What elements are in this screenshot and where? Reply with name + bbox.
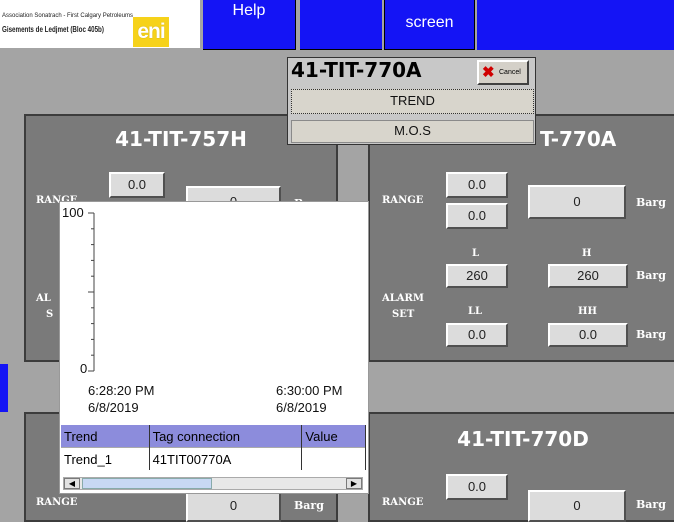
unit-label: Barg — [636, 269, 666, 282]
unit-label: Barg — [294, 499, 324, 512]
scrollbar-thumb[interactable] — [82, 478, 212, 489]
eni-logo: eni — [133, 17, 169, 47]
alarm-label: AL — [36, 293, 51, 304]
menu-item-trend[interactable]: TREND — [291, 89, 534, 114]
y-axis-max-label: 100 — [62, 205, 84, 220]
scroll-left-icon[interactable]: ◀ — [64, 478, 80, 489]
low-alarm-label: L — [472, 248, 480, 259]
low-low-alarm-field[interactable]: 0.0 — [446, 323, 508, 347]
range-label: RANGE — [382, 195, 424, 206]
table-cell-trend: Trend_1 — [61, 447, 150, 470]
set-label: S — [46, 309, 54, 320]
eni-logo-text: eni — [137, 20, 165, 43]
company-logo-area — [0, 0, 200, 48]
x-start-time-label: 6:28:20 PM — [88, 383, 155, 398]
nav-button-blank-2[interactable] — [477, 0, 674, 50]
value-display: 0 — [528, 490, 626, 522]
nav-button-blank[interactable] — [300, 0, 382, 50]
company-name-line2: Gisements de Ledjmet (Bloc 405b) — [2, 25, 104, 34]
scroll-right-icon[interactable]: ▶ — [346, 478, 362, 489]
trend-legend-table: Trend Tag connection Value Trend_1 41TIT… — [61, 425, 366, 470]
cancel-label: Cancel — [499, 69, 521, 76]
low-alarm-field[interactable]: 260 — [446, 264, 508, 288]
high-alarm-label: H — [582, 248, 592, 259]
x-end-date-label: 6/8/2019 — [276, 400, 327, 415]
alarm-label: ALARM — [382, 293, 424, 304]
close-icon: ✖ — [482, 64, 495, 81]
help-button[interactable]: Help — [203, 0, 296, 50]
panel-title: T-770A — [540, 127, 617, 151]
set-label: SET — [392, 309, 415, 320]
range-low-field[interactable]: 0.0 — [446, 474, 508, 500]
value-display: 0 — [528, 185, 626, 219]
table-cell-value — [301, 447, 366, 470]
high-alarm-field[interactable]: 260 — [548, 264, 628, 288]
low-low-alarm-label: LL — [468, 306, 483, 317]
popup-tag-title: 41-TIT-770A — [291, 58, 422, 82]
unit-label: Barg — [636, 196, 666, 209]
high-high-alarm-label: HH — [578, 306, 597, 317]
y-axis-ticks — [88, 212, 94, 372]
screen-button[interactable]: screen — [384, 0, 475, 50]
unit-label: Barg — [636, 498, 666, 511]
high-high-alarm-field[interactable]: 0.0 — [548, 323, 628, 347]
range-label: RANGE — [382, 497, 424, 508]
value-display: 0 — [186, 490, 281, 522]
range-label: RANGE — [36, 497, 78, 508]
range-low-field[interactable]: 0.0 — [109, 172, 165, 198]
y-axis-min-label: 0 — [80, 361, 88, 376]
cancel-button[interactable]: ✖ Cancel — [477, 60, 529, 85]
x-end-time-label: 6:30:00 PM — [276, 383, 343, 398]
side-nav-tab[interactable] — [0, 364, 8, 412]
panel-41-tit-770a — [368, 114, 674, 362]
range-high-field[interactable]: 0.0 — [446, 203, 508, 229]
table-header-tag-connection[interactable]: Tag connection — [149, 425, 303, 448]
table-header-trend[interactable]: Trend — [61, 425, 150, 448]
company-name-line1: Association Sonatrach - First Calgary Pe… — [2, 13, 134, 19]
x-start-date-label: 6/8/2019 — [88, 400, 139, 415]
menu-item-mos[interactable]: M.O.S — [291, 120, 534, 143]
table-cell-tag: 41TIT00770A — [149, 447, 303, 470]
table-row[interactable]: Trend_1 41TIT00770A — [61, 447, 366, 470]
panel-title: 41-TIT-770D — [457, 427, 589, 451]
table-header-value[interactable]: Value — [301, 425, 366, 448]
unit-label: Barg — [636, 328, 666, 341]
range-low-field[interactable]: 0.0 — [446, 172, 508, 198]
